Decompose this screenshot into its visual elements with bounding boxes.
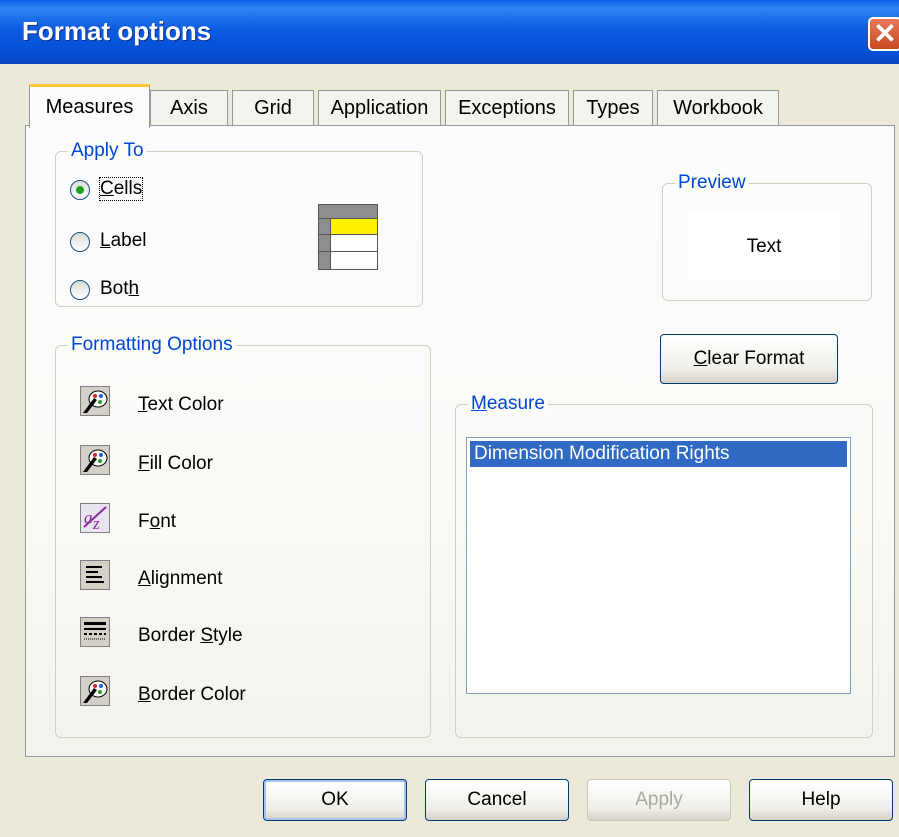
tab-measures[interactable]: Measures xyxy=(29,84,150,128)
preview-box: Text xyxy=(689,210,839,280)
font-label: Font xyxy=(138,511,177,532)
radio-both-button[interactable] xyxy=(70,280,90,300)
measures-tab-panel: Apply To Cells Label Both Preview Text C… xyxy=(25,125,895,757)
tab-grid[interactable]: Grid xyxy=(232,90,314,126)
tab-exceptions[interactable]: Exceptions xyxy=(445,90,569,126)
format-options-dialog: Format options ✕ Measures Axis Grid Appl… xyxy=(0,0,899,837)
palette-icon xyxy=(80,386,110,416)
ok-button[interactable]: OK xyxy=(263,779,407,821)
dialog-title: Format options xyxy=(22,16,212,46)
palette-icon xyxy=(80,445,110,475)
measure-listbox[interactable]: Dimension Modification Rights xyxy=(466,437,851,694)
formatting-options-group: Formatting Options Text Color Fill Color… xyxy=(55,334,431,738)
radio-both-label: Both xyxy=(100,278,140,299)
cell-grid-icon xyxy=(318,204,378,270)
palette-icon xyxy=(80,676,110,706)
fill-color-label: Fill Color xyxy=(138,453,213,474)
list-item[interactable]: Dimension Modification Rights xyxy=(470,441,847,467)
cancel-button[interactable]: Cancel xyxy=(425,779,569,821)
tab-workbook[interactable]: Workbook xyxy=(657,90,779,126)
alignment-label: Alignment xyxy=(138,568,223,589)
apply-button[interactable]: Apply xyxy=(587,779,731,821)
text-color-label: Text Color xyxy=(138,394,224,415)
preview-text: Text xyxy=(746,236,782,257)
radio-cells-button[interactable] xyxy=(70,180,90,200)
title-bar[interactable]: Format options xyxy=(0,0,899,64)
clear-format-button[interactable]: Clear Format xyxy=(660,334,838,384)
font-icon: a z xyxy=(80,503,110,533)
formatting-options-legend: Formatting Options xyxy=(68,334,236,356)
border-style-icon xyxy=(80,617,110,647)
tab-types[interactable]: Types xyxy=(573,90,653,126)
preview-group: Preview Text xyxy=(662,172,872,301)
radio-cells-label: Cells xyxy=(98,177,144,201)
apply-to-group: Apply To Cells Label Both xyxy=(55,140,423,307)
alignment-icon xyxy=(80,560,110,590)
radio-label-label: Label xyxy=(100,230,147,251)
radio-label-button[interactable] xyxy=(70,232,90,252)
border-style-label: Border Style xyxy=(138,625,243,646)
border-color-label: Border Color xyxy=(138,684,246,705)
close-icon: ✕ xyxy=(873,18,897,49)
apply-to-legend: Apply To xyxy=(68,140,147,162)
help-button[interactable]: Help xyxy=(749,779,893,821)
tab-axis[interactable]: Axis xyxy=(150,90,228,126)
preview-legend: Preview xyxy=(675,172,749,194)
tab-application[interactable]: Application xyxy=(318,90,441,126)
measure-legend: Measure xyxy=(468,393,548,415)
close-button[interactable]: ✕ xyxy=(868,17,899,51)
